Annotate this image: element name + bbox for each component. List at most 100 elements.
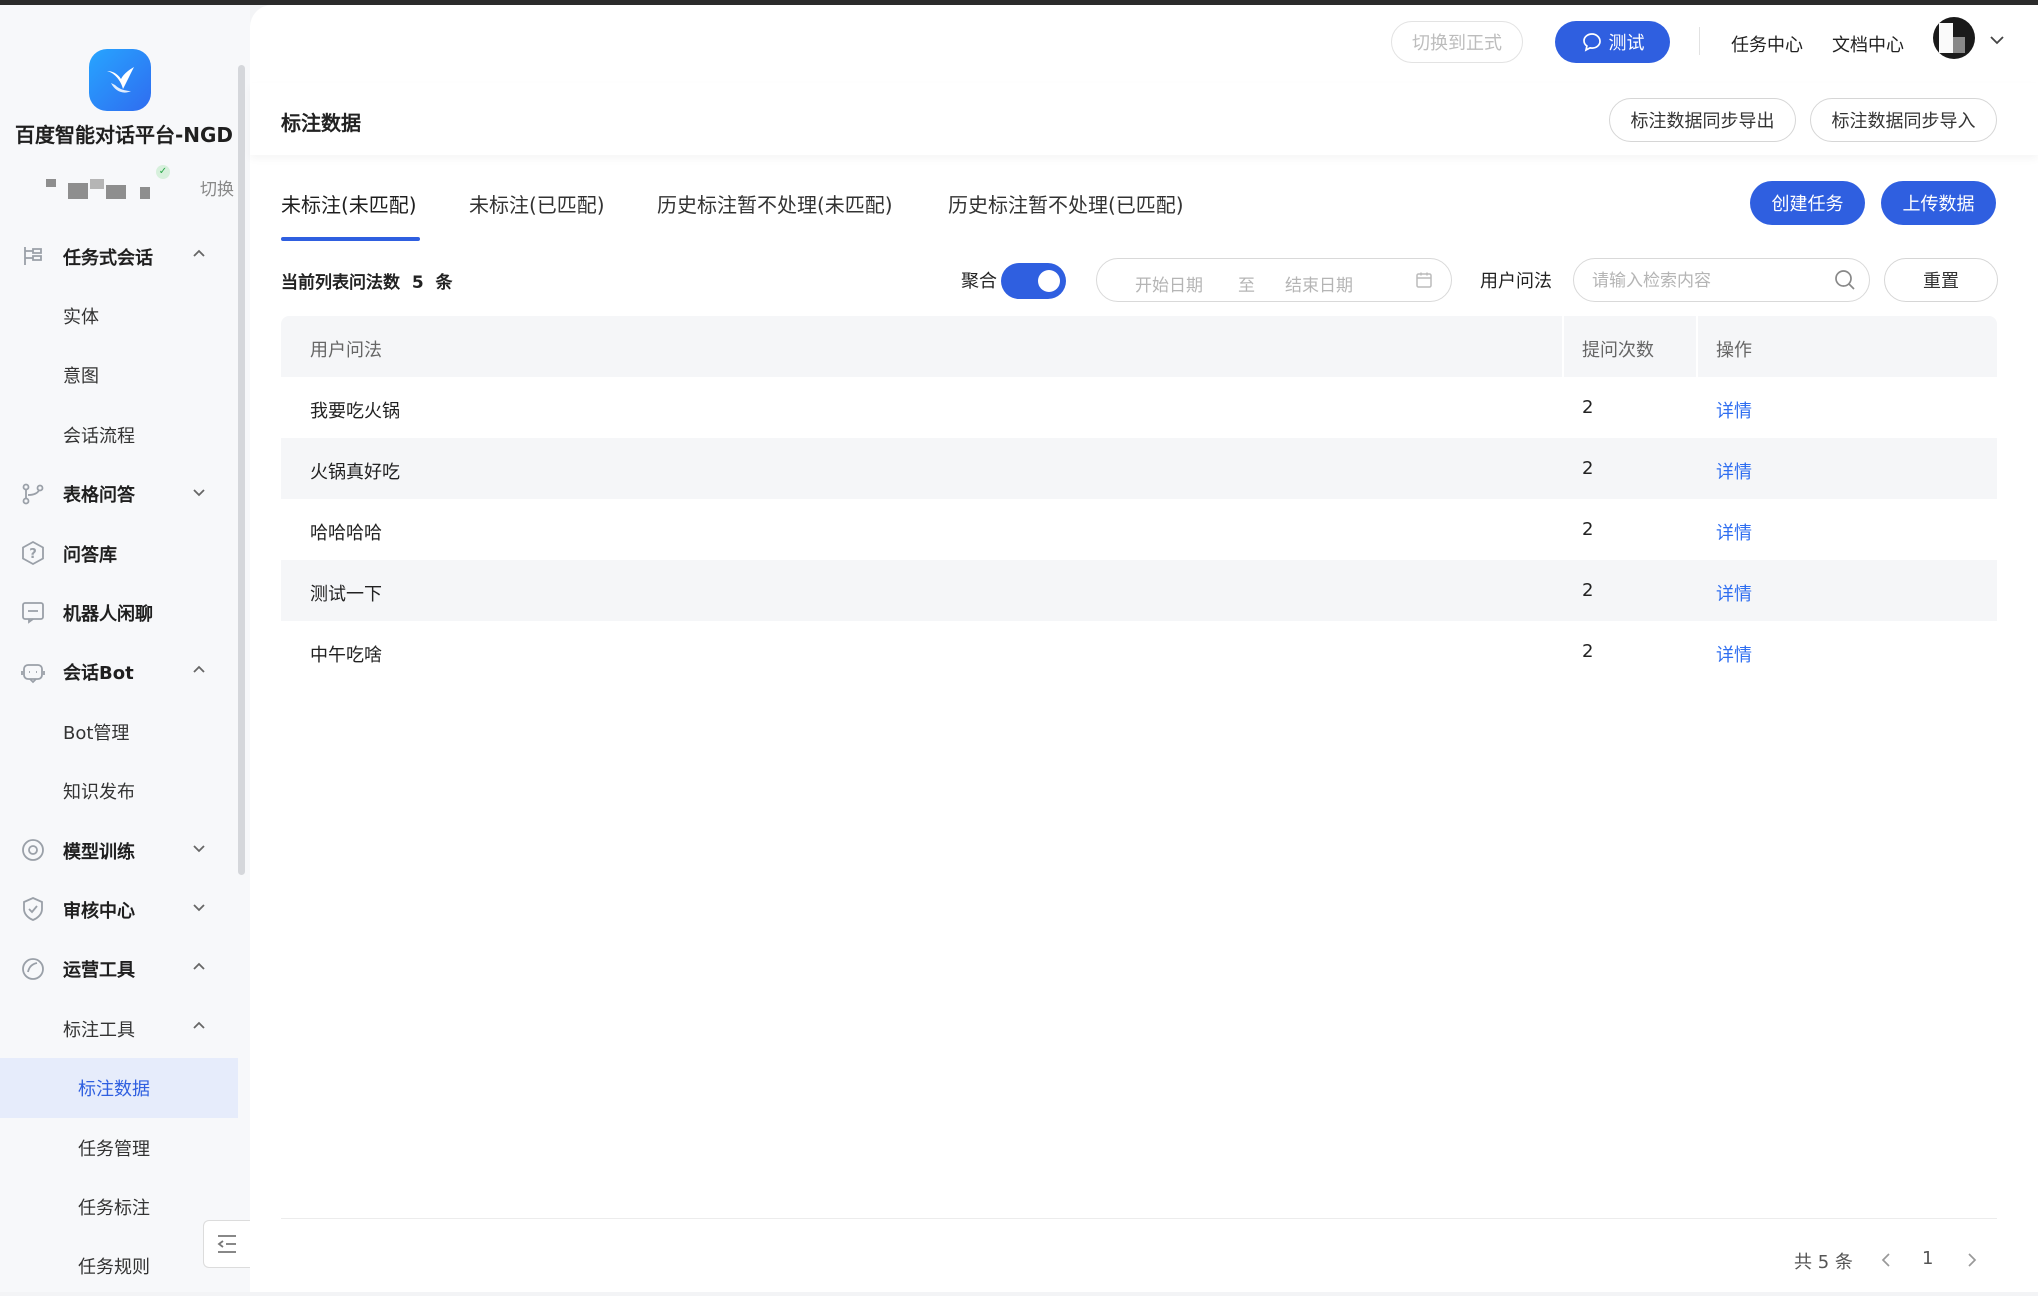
details-link[interactable]: 详情 (1716, 519, 1752, 545)
sidebar-item-label: 问答库 (63, 544, 117, 566)
sidebar-item-review-center[interactable]: 审核中心 (0, 880, 250, 939)
main-content: 切换到正式 测试 任务中心 文档中心 标注数据 标注数据同步导出 标注数据同步导… (250, 5, 2038, 1292)
account-switcher[interactable]: ✓ 切换 (44, 165, 244, 205)
task-center-link[interactable]: 任务中心 (1731, 31, 1803, 57)
search-icon[interactable] (1833, 268, 1857, 292)
pagination-current-page[interactable]: 1 (1922, 1248, 1933, 1269)
sidebar-item-dialog-bot[interactable]: 会话Bot (0, 643, 250, 702)
table-row: 中午吃啥 2 详情 (281, 621, 1997, 682)
column-header-count: 提问次数 (1582, 340, 1654, 361)
sidebar-item-label: 任务管理 (78, 1138, 150, 1160)
active-tab-indicator (281, 237, 420, 241)
chevron-up-icon (193, 1021, 205, 1029)
next-page-icon[interactable] (1964, 1251, 1980, 1269)
query-cell: 我要吃火锅 (310, 401, 400, 422)
end-date-input[interactable]: 结束日期 (1285, 271, 1353, 296)
account-name-blurred (90, 179, 104, 189)
sidebar-item-operation-tools[interactable]: 运营工具 (0, 940, 250, 999)
test-button[interactable]: 测试 (1555, 21, 1670, 63)
avatar-image-part (1953, 37, 1965, 53)
sidebar-item-model-training[interactable]: 模型训练 (0, 821, 250, 880)
chevron-down-icon (193, 845, 205, 853)
query-cell: 哈哈哈哈 (310, 523, 382, 544)
aggregate-label: 聚合 (961, 271, 997, 292)
collapse-sidebar-button[interactable] (203, 1220, 250, 1268)
calendar-icon (1416, 272, 1432, 288)
tab-unannotated-matched[interactable]: 未标注(已匹配) (469, 189, 605, 218)
sidebar-item-label: 意图 (63, 366, 99, 388)
upload-data-button[interactable]: 上传数据 (1881, 181, 1996, 225)
aggregate-toggle[interactable] (1001, 263, 1066, 299)
sidebar-item-bot-chitchat[interactable]: 机器人闲聊 (0, 583, 250, 642)
import-sync-button[interactable]: 标注数据同步导入 (1810, 98, 1997, 142)
avatar[interactable] (1933, 17, 1975, 59)
chevron-up-icon (193, 249, 205, 257)
reset-button[interactable]: 重置 (1884, 258, 1998, 302)
sidebar-item-label: 知识发布 (63, 782, 135, 804)
sidebar-item-table-qa[interactable]: 表格问答 (0, 465, 250, 524)
table-row: 哈哈哈哈 2 详情 (281, 499, 1997, 560)
sidebar-item-label: 运营工具 (63, 960, 135, 982)
prev-page-icon[interactable] (1878, 1251, 1894, 1269)
sidebar-item-task-management[interactable]: 任务管理 (0, 1118, 250, 1177)
search-input[interactable] (1590, 267, 1824, 295)
details-link[interactable]: 详情 (1716, 397, 1752, 423)
count-cell: 2 (1582, 519, 1594, 540)
details-link[interactable]: 详情 (1716, 458, 1752, 484)
avatar-image-part (1939, 23, 1953, 53)
details-link[interactable]: 详情 (1716, 641, 1752, 667)
sidebar-item-label: 审核中心 (63, 900, 135, 922)
table-row: 我要吃火锅 2 详情 (281, 377, 1997, 438)
column-divider[interactable] (1696, 316, 1698, 377)
robot-icon (21, 663, 45, 684)
count-cell: 2 (1582, 641, 1594, 662)
query-cell: 中午吃啥 (310, 645, 382, 666)
details-link[interactable]: 详情 (1716, 580, 1752, 606)
account-name-blurred (46, 179, 56, 187)
create-task-button[interactable]: 创建任务 (1750, 181, 1865, 225)
chat-bubble-icon (1582, 33, 1601, 52)
account-name-blurred (68, 183, 88, 199)
sidebar-item-bot-management[interactable]: Bot管理 (0, 702, 250, 761)
sidebar-item-annotation-data[interactable]: 标注数据 (0, 1058, 238, 1118)
sidebar-item-label: 任务规则 (78, 1257, 150, 1279)
chevron-down-icon[interactable] (1988, 31, 2006, 49)
count-cell: 2 (1582, 397, 1594, 418)
sidebar-item-dialog-flow[interactable]: 会话流程 (0, 405, 250, 464)
list-count-text: 当前列表问法数 5 条 (281, 273, 453, 293)
table-header: 用户问法 提问次数 操作 (281, 316, 1997, 377)
query-cell: 测试一下 (310, 584, 382, 605)
sidebar-item-entity[interactable]: 实体 (0, 286, 250, 345)
sidebar: 百度智能对话平台-NGD ✓ 切换 任务式会话 实体 意图 会话流程 表格问答 … (0, 5, 250, 1292)
collapse-menu-icon (217, 1235, 236, 1253)
table-row: 测试一下 2 详情 (281, 560, 1997, 621)
tab-unannotated-unmatched[interactable]: 未标注(未匹配) (281, 189, 417, 218)
column-divider[interactable] (1562, 316, 1564, 377)
sidebar-item-label: Bot管理 (63, 722, 130, 744)
date-range-picker[interactable]: 开始日期 至 结束日期 (1096, 258, 1452, 302)
switch-to-formal-button[interactable]: 切换到正式 (1391, 21, 1523, 63)
sidebar-item-label: 标注数据 (78, 1079, 150, 1101)
gauge-icon (22, 957, 44, 980)
sidebar-item-task-dialog[interactable]: 任务式会话 (0, 227, 250, 286)
sidebar-item-knowledge-publish[interactable]: 知识发布 (0, 762, 250, 821)
sidebar-item-label: 任务式会话 (63, 247, 153, 269)
table-row: 火锅真好吃 2 详情 (281, 438, 1997, 499)
tab-history-pending-matched[interactable]: 历史标注暂不处理(已匹配) (948, 189, 1184, 218)
sidebar-item-annotation-tools[interactable]: 标注工具 (0, 999, 250, 1058)
chevron-down-icon (193, 904, 205, 912)
target-icon (22, 839, 44, 861)
count-cell: 2 (1582, 580, 1594, 601)
export-sync-button[interactable]: 标注数据同步导出 (1609, 98, 1796, 142)
platform-name: 百度智能对话平台-NGD (14, 123, 234, 147)
test-button-label: 测试 (1608, 33, 1645, 54)
sidebar-item-intent[interactable]: 意图 (0, 346, 250, 405)
tab-history-pending-unmatched[interactable]: 历史标注暂不处理(未匹配) (657, 189, 893, 218)
sidebar-item-label: 模型训练 (63, 841, 135, 863)
switch-account-link[interactable]: 切换 (200, 175, 234, 200)
sidebar-item-qa-library[interactable]: ? 问答库 (0, 524, 250, 583)
doc-center-link[interactable]: 文档中心 (1832, 31, 1904, 57)
column-header-action: 操作 (1716, 340, 1752, 361)
chevron-up-icon (193, 665, 205, 673)
start-date-input[interactable]: 开始日期 (1135, 271, 1203, 296)
